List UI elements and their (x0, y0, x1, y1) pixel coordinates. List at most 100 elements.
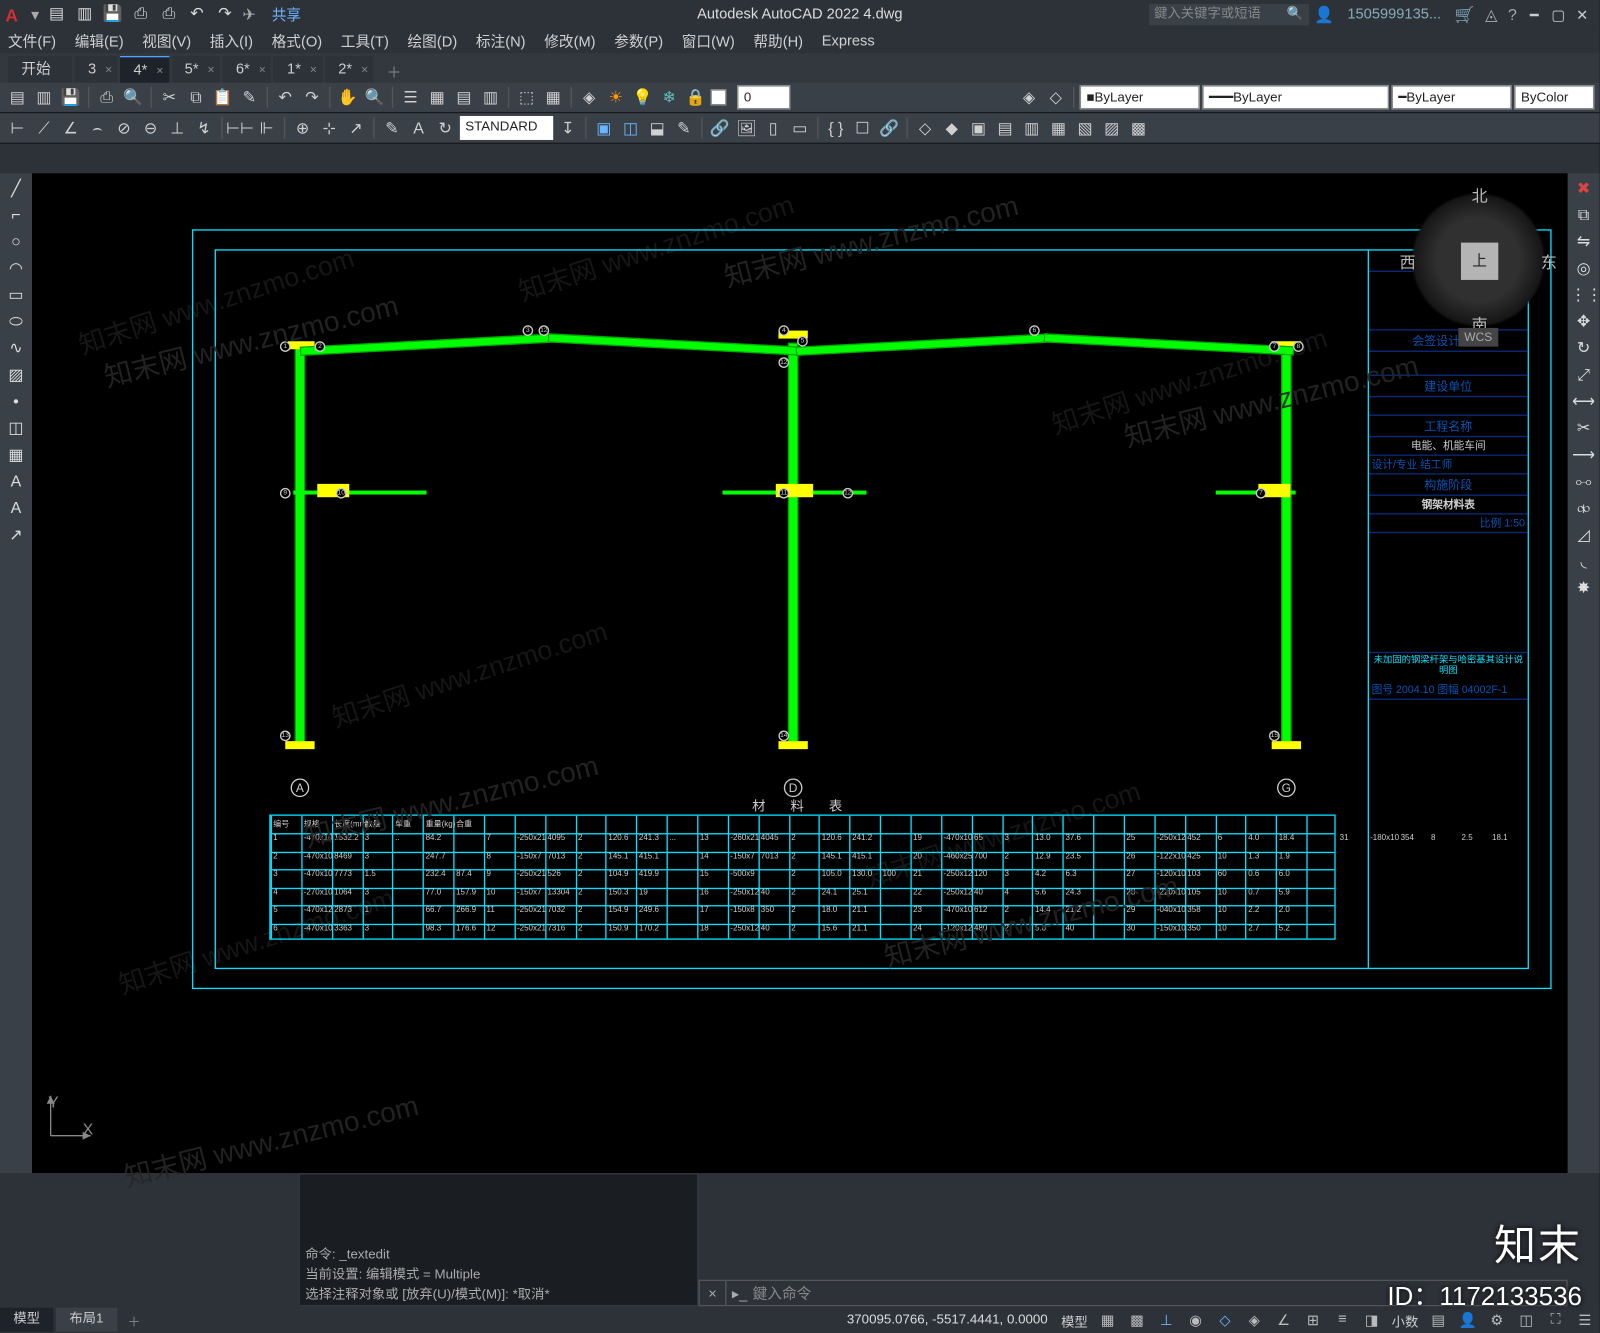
close-icon[interactable]: × (310, 56, 317, 83)
redo-icon[interactable]: ↷ (300, 85, 324, 109)
ortho-icon[interactable]: ⊥ (1152, 1311, 1181, 1328)
layer-color-swatch[interactable] (710, 89, 726, 105)
mode-label[interactable]: 模型 (1056, 1310, 1093, 1330)
layerprev-icon[interactable]: ◇ (1044, 85, 1068, 109)
dimalign-icon[interactable]: ⟋ (32, 116, 56, 140)
dimarc-icon[interactable]: ⌢ (85, 116, 109, 140)
dimstyle-select[interactable]: STANDARD (460, 116, 553, 140)
window-close-icon[interactable]: ✕ (1570, 6, 1594, 23)
leader-icon[interactable]: ↗ (344, 116, 368, 140)
lock-icon[interactable]: 🔒 (684, 85, 708, 109)
layer-icon[interactable]: ◈ (577, 85, 601, 109)
dimjog-icon[interactable]: ↯ (192, 116, 216, 140)
dimord-icon[interactable]: ⊥ (165, 116, 189, 140)
xchange-icon[interactable]: 🛒 (1454, 5, 1474, 24)
cut-icon[interactable]: ✂ (157, 85, 181, 109)
menu-window[interactable]: 窗口(W) (682, 31, 735, 52)
share-label[interactable]: 共享 (272, 4, 301, 25)
menu-edit[interactable]: 编辑(E) (75, 31, 124, 52)
iso-icon[interactable]: ◫ (1512, 1311, 1541, 1328)
scale-icon[interactable]: ⤢ (1570, 363, 1597, 387)
array-icon[interactable]: ⋮⋮ (1570, 283, 1597, 307)
viewcube[interactable]: 北 南 西 东 上 WCS (1405, 187, 1552, 334)
sun-icon[interactable]: ☀ (604, 85, 628, 109)
dimed-icon[interactable]: ✎ (380, 116, 404, 140)
dwf-icon[interactable]: ▯ (761, 116, 785, 140)
command-history[interactable]: 命令: _textedit 当前设置: 编辑模式 = Multiple 选择注释… (299, 1173, 699, 1306)
close-icon[interactable]: × (105, 56, 112, 83)
polar-icon[interactable]: ◉ (1181, 1311, 1210, 1328)
line-icon[interactable]: ╱ (3, 176, 30, 200)
mleader-icon[interactable]: ↗ (3, 523, 30, 547)
lwt-icon[interactable]: ≡ (1328, 1312, 1357, 1328)
full-icon[interactable]: ⛶ (1541, 1311, 1570, 1328)
qat-saveas-icon[interactable]: ⎙ (130, 4, 151, 25)
join-icon[interactable]: ⧞ (1570, 496, 1597, 520)
close-icon[interactable]: × (361, 56, 368, 83)
pline-icon[interactable]: ⌐ (3, 203, 30, 227)
field-icon[interactable]: { } (824, 116, 848, 140)
qp-icon[interactable]: ▤ (1424, 1311, 1453, 1328)
c7-icon[interactable]: ▧ (1073, 116, 1097, 140)
dimsty-icon[interactable]: ↧ (556, 116, 580, 140)
c3-icon[interactable]: ▣ (966, 116, 990, 140)
wcs-label[interactable]: WCS (1458, 328, 1498, 347)
hyperlink-icon[interactable]: 🔗 (877, 116, 901, 140)
dimupd-icon[interactable]: ↻ (433, 116, 457, 140)
app-logo[interactable]: A (5, 5, 18, 25)
menu-dim[interactable]: 标注(N) (476, 31, 526, 52)
qat-open-icon[interactable]: ▥ (74, 4, 95, 25)
signin-icon[interactable]: 👤 (1314, 5, 1334, 24)
grp-icon[interactable]: ⬚ (515, 85, 539, 109)
doctab-1[interactable]: 1*× (274, 56, 323, 83)
cmd-close-icon[interactable]: × (698, 1280, 725, 1307)
dyn-icon[interactable]: ⊞ (1298, 1311, 1327, 1328)
chamfer-icon[interactable]: ◿ (1570, 523, 1597, 547)
menu-caret-icon[interactable]: ▾ (31, 5, 39, 24)
doctab-start[interactable]: 开始 (8, 56, 72, 83)
menu-tools[interactable]: 工具(T) (341, 31, 389, 52)
ssm-icon[interactable]: ▥ (479, 85, 503, 109)
plotstyle-select[interactable]: ByColor (1514, 85, 1594, 109)
rect-icon[interactable]: ▭ (3, 283, 30, 307)
osnap-icon[interactable]: ◇ (1210, 1311, 1239, 1328)
plot-icon[interactable]: ⎙ (95, 85, 119, 109)
c5-icon[interactable]: ▥ (1020, 116, 1044, 140)
c8-icon[interactable]: ▨ (1100, 116, 1124, 140)
new-icon[interactable]: ▤ (5, 85, 29, 109)
ins-icon[interactable]: ▣ (592, 116, 616, 140)
menu-param[interactable]: 参数(P) (614, 31, 663, 52)
break-icon[interactable]: ⧟ (1570, 469, 1597, 493)
offset-icon[interactable]: ◎ (1570, 256, 1597, 280)
ole-icon[interactable]: ☐ (850, 116, 874, 140)
table-icon[interactable]: ▦ (3, 443, 30, 467)
qat-save-icon[interactable]: 💾 (102, 4, 123, 25)
tol-icon[interactable]: ⊕ (291, 116, 315, 140)
ctr-icon[interactable]: ⊹ (317, 116, 341, 140)
menu-modify[interactable]: 修改(M) (544, 31, 595, 52)
text-icon[interactable]: A (3, 496, 30, 520)
prop-icon[interactable]: ☰ (399, 85, 423, 109)
zoom-icon[interactable]: 🔍 (363, 85, 387, 109)
menu-draw[interactable]: 绘图(D) (408, 31, 458, 52)
dimlin-icon[interactable]: ⊢ (5, 116, 29, 140)
stretch-icon[interactable]: ⟷ (1570, 389, 1597, 413)
linetype-select[interactable]: ━━━ ByLayer (1202, 85, 1389, 109)
menu-format[interactable]: 格式(O) (272, 31, 323, 52)
undo-icon[interactable]: ↶ (273, 85, 297, 109)
c2-icon[interactable]: ◆ (940, 116, 964, 140)
dimted-icon[interactable]: A (407, 116, 431, 140)
erase-icon[interactable]: ✖ (1570, 176, 1597, 200)
fillet-icon[interactable]: ◟ (1570, 549, 1597, 573)
bedit-icon[interactable]: ✎ (672, 116, 696, 140)
ellipse-icon[interactable]: ⬭ (3, 309, 30, 333)
rotate-icon[interactable]: ↻ (1570, 336, 1597, 360)
close-icon[interactable]: × (156, 57, 163, 84)
qat-new-icon[interactable]: ▤ (46, 4, 67, 25)
trim-icon[interactable]: ✂ (1570, 416, 1597, 440)
c4-icon[interactable]: ▤ (993, 116, 1017, 140)
freeze-icon[interactable]: ❄ (657, 85, 681, 109)
doctab-2[interactable]: 2*× (325, 56, 374, 83)
hatch-icon[interactable]: ▨ (3, 363, 30, 387)
dimang-icon[interactable]: ∠ (59, 116, 83, 140)
